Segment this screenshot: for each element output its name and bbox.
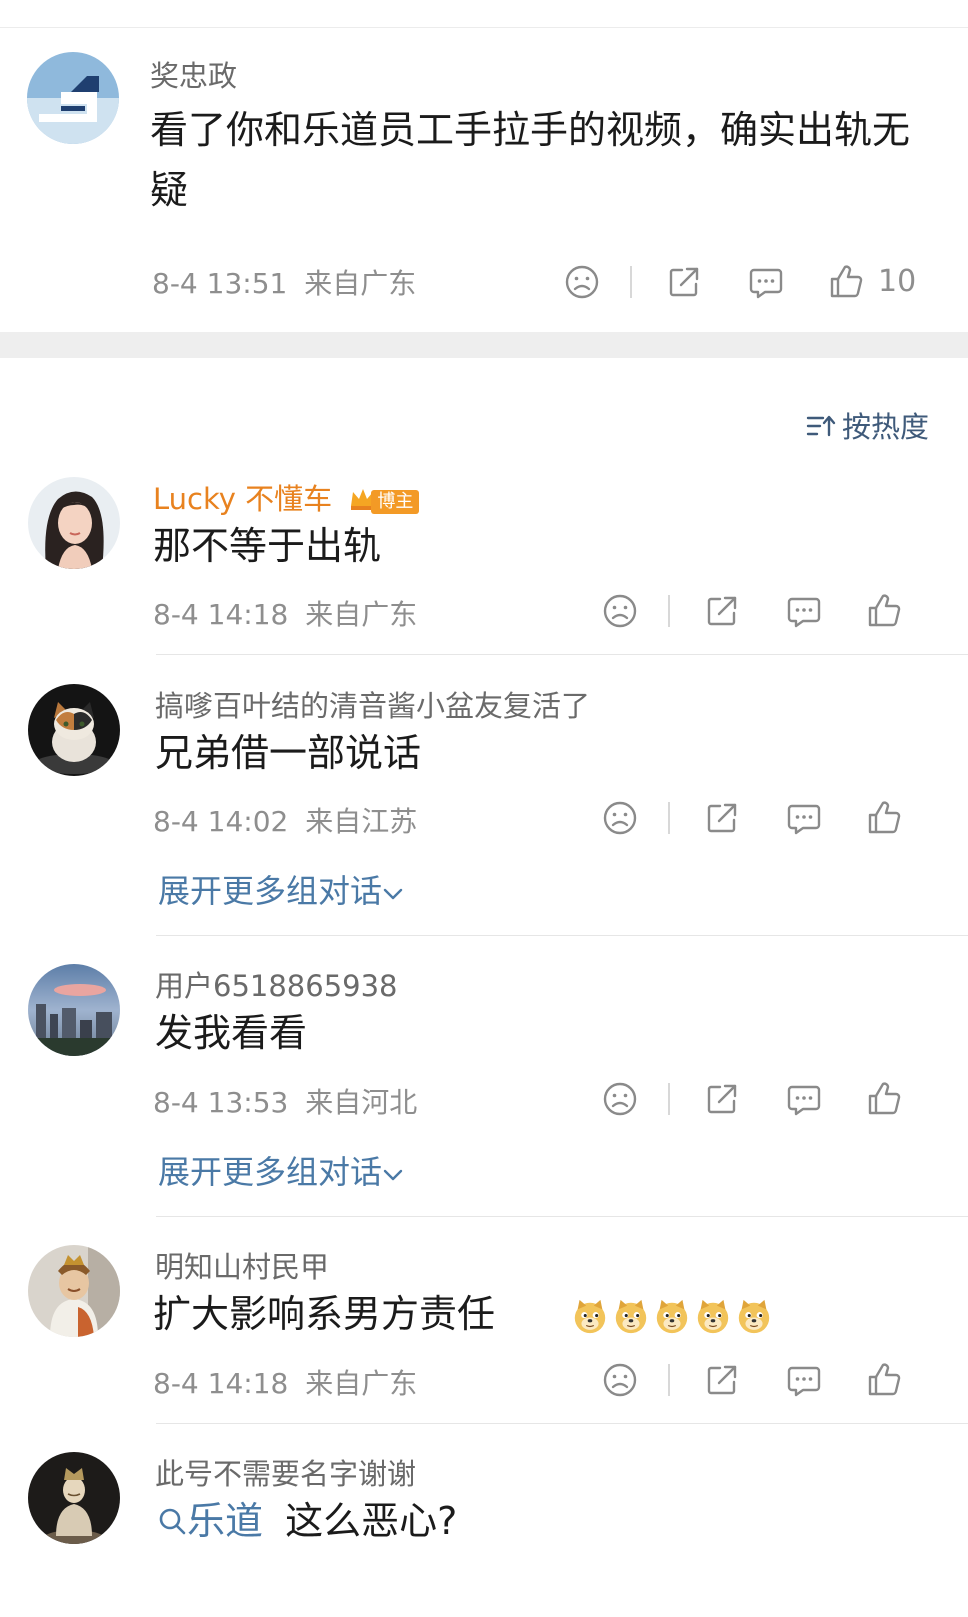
doge-emoji-icon bbox=[612, 1298, 650, 1336]
search-icon bbox=[157, 1499, 187, 1543]
comment-meta: 8-4 14:18 来自广东 bbox=[153, 1362, 417, 1402]
action-bar bbox=[598, 798, 908, 842]
sad-face-icon[interactable] bbox=[600, 1360, 640, 1400]
action-bar bbox=[598, 1360, 908, 1404]
thumbs-up-icon[interactable] bbox=[864, 591, 904, 631]
like-count: 10 bbox=[878, 264, 917, 299]
comment-icon[interactable] bbox=[784, 591, 824, 631]
avatar[interactable] bbox=[28, 684, 120, 776]
sort-toggle[interactable]: 按热度 bbox=[806, 404, 929, 446]
share-icon[interactable] bbox=[702, 1079, 742, 1119]
comment-location: 来自河北 bbox=[305, 1086, 418, 1119]
comment-text: 发我看看 bbox=[155, 1011, 308, 1055]
comment-icon[interactable] bbox=[784, 798, 824, 838]
doge-emoji-icon bbox=[735, 1298, 773, 1336]
sad-face-icon[interactable] bbox=[600, 798, 640, 838]
author-name[interactable]: Lucky 不懂车 博主 bbox=[153, 476, 420, 518]
share-icon[interactable] bbox=[664, 262, 704, 302]
comment-icon[interactable] bbox=[784, 1360, 824, 1400]
comment-meta: 8-4 14:18 来自广东 bbox=[153, 593, 417, 633]
action-separator bbox=[630, 266, 632, 298]
author-name[interactable]: 搞嗲百叶结的清音酱小盆友复活了 bbox=[155, 683, 590, 725]
original-comment: 奖忠政 看了你和乐道员工手拉手的视频，确实出轨无疑 8-4 13:51 来自广东… bbox=[0, 28, 968, 332]
avatar[interactable] bbox=[28, 964, 120, 1056]
sad-face-icon[interactable] bbox=[600, 591, 640, 631]
comment-location: 来自广东 bbox=[305, 1367, 418, 1400]
comment-icon[interactable] bbox=[784, 1079, 824, 1119]
thumbs-up-icon[interactable] bbox=[864, 1360, 904, 1400]
action-separator bbox=[668, 1083, 670, 1115]
expand-conversation-link[interactable]: 展开更多组对话 bbox=[158, 866, 404, 912]
expand-conversation-link[interactable]: 展开更多组对话 bbox=[158, 1147, 404, 1193]
comment-text: 乐道 这么恶心? bbox=[157, 1491, 857, 1551]
sad-face-icon[interactable] bbox=[562, 262, 602, 302]
avatar[interactable] bbox=[28, 1245, 120, 1337]
section-separator bbox=[0, 332, 968, 358]
action-separator bbox=[668, 1364, 670, 1396]
action-bar: 10 bbox=[560, 262, 920, 306]
avatar[interactable] bbox=[28, 477, 120, 569]
share-icon[interactable] bbox=[702, 798, 742, 838]
avatar[interactable] bbox=[27, 52, 119, 144]
sort-icon bbox=[806, 412, 836, 446]
thumbs-up-icon[interactable] bbox=[864, 1079, 904, 1119]
author-name[interactable]: 奖忠政 bbox=[150, 53, 237, 95]
avatar[interactable] bbox=[28, 1452, 120, 1544]
comment-time: 8-4 14:18 bbox=[153, 1367, 289, 1400]
author-name[interactable]: 明知山村民甲 bbox=[155, 1244, 329, 1286]
sort-label: 按热度 bbox=[842, 410, 930, 444]
action-bar bbox=[598, 591, 908, 635]
comment-divider bbox=[156, 1423, 968, 1424]
action-bar bbox=[598, 1079, 908, 1123]
comment-divider bbox=[156, 654, 968, 655]
action-separator bbox=[668, 595, 670, 627]
comment-text: 那不等于出轨 bbox=[153, 524, 382, 568]
comment-location: 来自广东 bbox=[304, 267, 417, 300]
sad-face-icon[interactable] bbox=[600, 1079, 640, 1119]
comment-time: 8-4 13:51 bbox=[152, 267, 288, 300]
comment-meta: 8-4 13:53 来自河北 bbox=[153, 1081, 417, 1121]
share-icon[interactable] bbox=[702, 1360, 742, 1400]
thumbs-up-icon[interactable] bbox=[826, 262, 866, 302]
doge-emoji-icon bbox=[571, 1298, 609, 1336]
comment-location: 来自广东 bbox=[305, 598, 418, 631]
comment-time: 8-4 13:53 bbox=[153, 1086, 289, 1119]
comment-divider bbox=[156, 1216, 968, 1217]
comment-text: 扩大影响系男方责任 bbox=[153, 1284, 853, 1344]
topic-search-link[interactable]: 乐道 bbox=[157, 1499, 263, 1543]
comment-divider bbox=[156, 935, 968, 936]
comment-meta: 8-4 14:02 来自江苏 bbox=[153, 800, 417, 840]
comment-icon[interactable] bbox=[746, 262, 786, 302]
chevron-down-icon bbox=[382, 872, 404, 910]
comment-time: 8-4 14:18 bbox=[153, 598, 289, 631]
doge-emoji-group bbox=[571, 1292, 776, 1336]
author-name[interactable]: 用户6518865938 bbox=[155, 963, 398, 1005]
share-icon[interactable] bbox=[702, 591, 742, 631]
chevron-down-icon bbox=[382, 1153, 404, 1191]
comment-time: 8-4 14:02 bbox=[153, 805, 289, 838]
thumbs-up-icon[interactable] bbox=[864, 798, 904, 838]
action-separator bbox=[668, 802, 670, 834]
comment-meta: 8-4 13:51 来自广东 bbox=[152, 262, 416, 302]
doge-emoji-icon bbox=[694, 1298, 732, 1336]
comment-location: 来自江苏 bbox=[305, 805, 418, 838]
comment-text: 兄弟借一部说话 bbox=[155, 731, 422, 775]
doge-emoji-icon bbox=[653, 1298, 691, 1336]
comment-text: 看了你和乐道员工手拉手的视频，确实出轨无疑 bbox=[150, 108, 911, 212]
blogger-badge: 博主 bbox=[349, 483, 420, 514]
author-name[interactable]: 此号不需要名字谢谢 bbox=[155, 1451, 416, 1493]
